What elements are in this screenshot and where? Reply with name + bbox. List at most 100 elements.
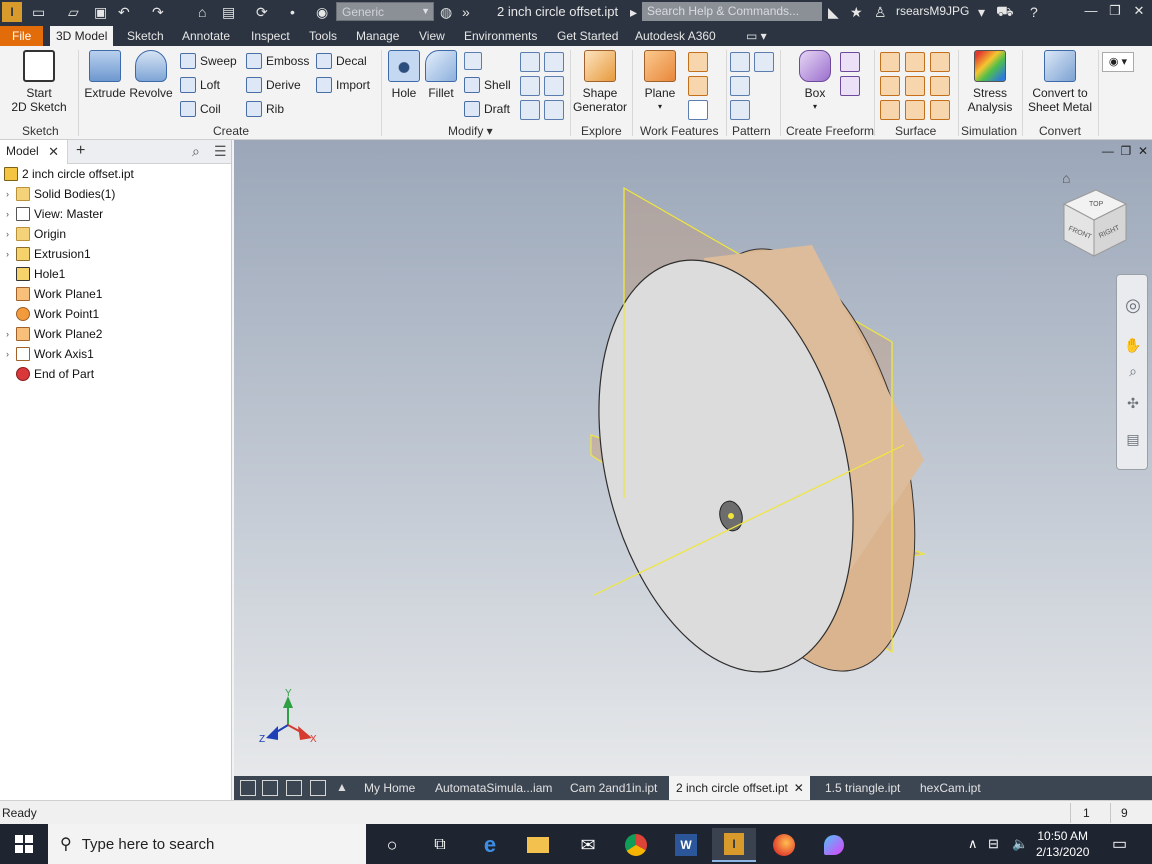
cortana-icon[interactable]: ○ [370,828,414,862]
close-button[interactable]: ✕ [1128,3,1150,21]
tab-model[interactable]: Model ✕ [0,140,68,164]
tree-item-solid-bodies[interactable]: › Solid Bodies(1) [0,184,115,204]
convert-freeform-icon[interactable] [840,52,860,72]
help-search-input[interactable]: Search Help & Commands... [642,2,822,21]
expand-icon[interactable]: › [6,189,16,199]
loft-button[interactable]: Loft [180,76,220,94]
hole-button[interactable]: Hole [386,50,422,100]
decal-button[interactable]: Decal [316,52,367,70]
coil-button[interactable]: Coil [180,100,221,118]
thicken-icon[interactable] [544,76,564,96]
tab-get-started[interactable]: Get Started [551,26,624,46]
shape-generator-button[interactable]: Shape Generator [572,50,628,114]
rectangular-pattern-icon[interactable] [730,52,750,72]
inventor-taskbar-icon[interactable]: I [712,828,756,862]
notifications-icon[interactable]: ▭ [1112,834,1127,854]
tree-item-part[interactable]: 2 inch circle offset.ipt [0,164,134,184]
doc-tab-my-home[interactable]: My Home [357,776,422,800]
plane-button[interactable]: Plane ▾ [640,50,680,114]
file-explorer-icon[interactable] [516,828,560,862]
split-icon[interactable] [544,52,564,72]
tab-3d-model[interactable]: 3D Model [50,26,114,46]
material-dropdown[interactable]: Generic ▼ [336,2,434,21]
task-view-icon[interactable]: ⧉ [418,828,462,862]
expand-icon[interactable]: › [6,229,16,239]
update-icon[interactable]: ⟳ [256,3,268,21]
ruled-surface-icon[interactable] [880,100,900,120]
chevron-down-icon[interactable]: ▾ [978,3,985,21]
redo-icon[interactable]: ↷ [152,3,164,21]
tab-autodesk-a360[interactable]: Autodesk A360 [629,26,722,46]
repair-icon[interactable] [930,100,950,120]
tab-manage[interactable]: Manage [350,26,405,46]
expand-icon[interactable]: › [6,349,16,359]
work-axis-icon[interactable] [688,52,708,72]
sculpt-icon[interactable] [930,52,950,72]
cascade-windows-icon[interactable] [240,780,256,796]
replace-face-icon[interactable] [930,76,950,96]
chamfer-icon[interactable] [464,52,482,70]
expand-icon[interactable]: › [6,249,16,259]
tree-item-hole1[interactable]: Hole1 [0,264,65,284]
ribbon-options-dropdown[interactable]: ◉ ▾ [1102,52,1134,72]
work-point-icon[interactable] [688,76,708,96]
volume-icon[interactable]: 🔈 [1012,836,1028,852]
extend-icon[interactable] [905,100,925,120]
color-wheel-icon[interactable]: ◍ [440,3,452,21]
network-icon[interactable]: ⊟ [988,836,999,852]
inventor-logo[interactable]: I [2,2,22,22]
tree-item-end-of-part[interactable]: End of Part [0,364,94,384]
arrange-vertical-icon[interactable] [310,780,326,796]
undo-icon[interactable]: ↶ [118,3,130,21]
select-icon[interactable]: • [290,3,295,21]
paint-3d-icon[interactable] [812,828,856,862]
viewcube[interactable]: TOP FRONT RIGHT [1062,189,1128,257]
firefox-icon[interactable] [762,828,806,862]
tab-view[interactable]: View [413,26,451,46]
tile-windows-icon[interactable] [262,780,278,796]
revolve-button[interactable]: Revolve [128,50,174,100]
convert-to-sheet-metal-button[interactable]: Convert to Sheet Metal [1026,50,1094,114]
import-button[interactable]: Import [316,76,370,94]
sketch-pattern-icon[interactable] [730,100,750,120]
start-button[interactable] [0,824,48,864]
graphics-viewport[interactable]: — ❐ ✕ Y X Z TOP FRONT RIGHT ⌂ ◎ ✋ ⌕ ✣ ▤ [234,140,1152,776]
tab-sketch[interactable]: Sketch [121,26,170,46]
fillet-button[interactable]: Fillet [424,50,458,100]
add-tab-icon[interactable]: + [76,142,85,160]
arrange-horizontal-icon[interactable] [286,780,302,796]
favorites-star-icon[interactable]: ★ [850,3,863,21]
circular-pattern-icon[interactable] [730,76,750,96]
zoom-icon[interactable]: ⌕ [1124,363,1142,381]
more-icon[interactable]: » [462,3,470,21]
derive-button[interactable]: Derive [246,76,301,94]
system-tray-chevron-icon[interactable]: ∧ [968,836,978,852]
tab-inspect[interactable]: Inspect [245,26,296,46]
draft-button[interactable]: Draft [464,100,510,118]
pan-icon[interactable]: ✋ [1124,337,1142,355]
tree-item-extrusion1[interactable]: › Extrusion1 [0,244,91,264]
mail-icon[interactable]: ✉ [566,828,610,862]
orbit-icon[interactable]: ✣ [1124,395,1142,413]
tree-item-view[interactable]: › View: Master [0,204,103,224]
shell-button[interactable]: Shell [464,76,511,94]
work-point[interactable] [728,513,734,519]
ribbon-options-icon[interactable]: ▭ ▾ [740,26,773,46]
emboss-button[interactable]: Emboss [246,52,309,70]
mirror-icon[interactable] [754,52,774,72]
restore-button[interactable]: ❐ [1104,3,1126,21]
tree-item-origin[interactable]: › Origin [0,224,66,244]
tree-item-work-axis1[interactable]: › Work Axis1 [0,344,94,364]
model-scene[interactable]: Y X Z TOP FRONT RIGHT [234,140,1152,776]
ucs-icon[interactable] [688,100,708,120]
expand-icon[interactable]: › [6,209,16,219]
home-view-icon[interactable]: ⌂ [1062,170,1070,186]
chrome-icon[interactable] [614,828,658,862]
box-freeform-button[interactable]: Box ▾ [796,50,834,114]
thread-icon[interactable] [520,52,540,72]
delete-surface-icon[interactable] [905,76,925,96]
extrude-button[interactable]: Extrude [82,50,128,100]
communication-icon[interactable]: ◣ [828,3,839,21]
image-icon[interactable]: ▤ [222,3,235,21]
tree-item-work-point1[interactable]: Work Point1 [0,304,99,324]
